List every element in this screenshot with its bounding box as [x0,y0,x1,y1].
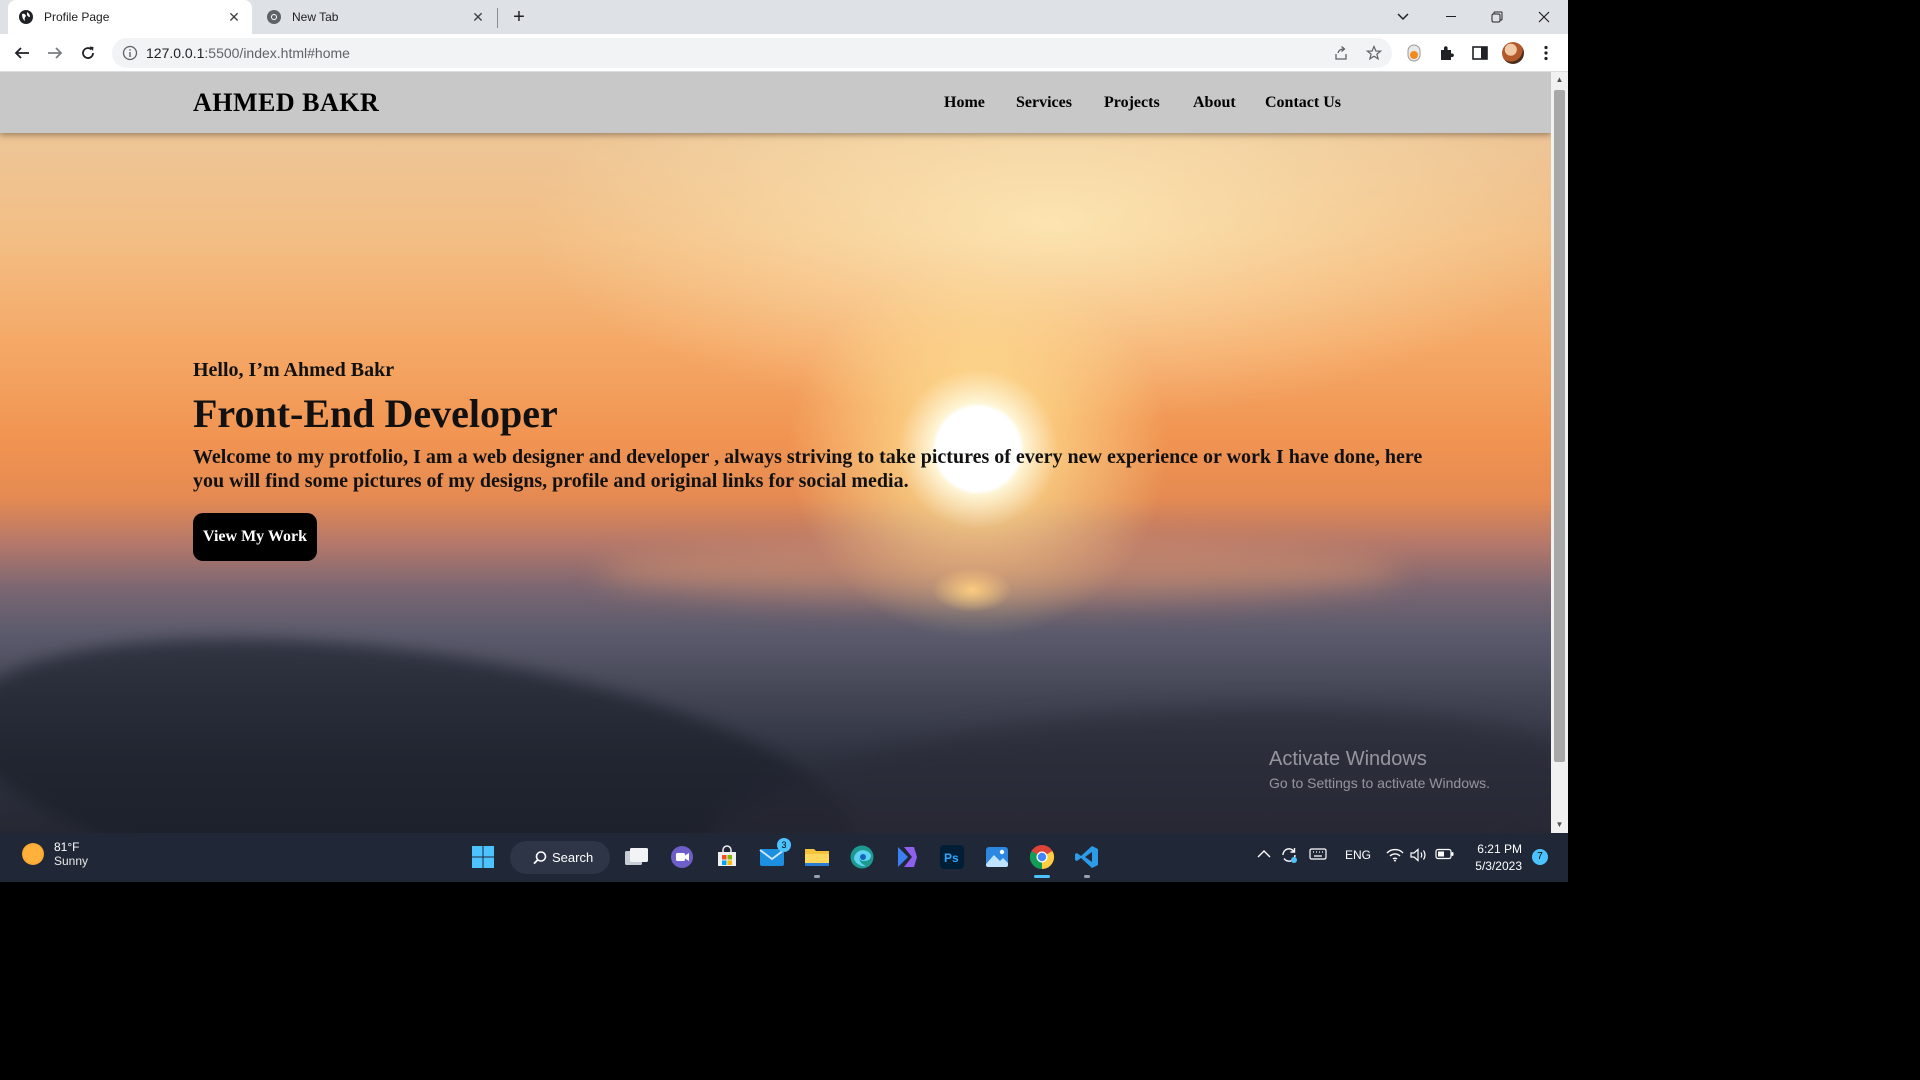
taskbar-clock[interactable]: 6:21 PM 5/3/2023 [1466,841,1522,875]
svg-text:Ps: Ps [944,851,959,865]
volume-icon[interactable] [1410,848,1428,865]
tab-title: Profile Page [44,10,110,24]
url-path: :5500/index.html#home [204,45,350,61]
wifi-icon[interactable] [1386,848,1404,865]
taskbar: 81°F Sunny Search 3 Ps ENG 6:21 PM 5/3/2… [0,833,1568,882]
profile-avatar[interactable] [1502,42,1524,64]
tab-profile-page[interactable]: Profile Page ✕ [8,0,252,34]
close-tab-icon[interactable]: ✕ [226,9,242,25]
nav-home[interactable]: Home [944,94,985,112]
site-info-icon[interactable] [122,45,138,61]
weather-widget[interactable]: 81°F Sunny [22,840,88,868]
power-automate-icon[interactable] [892,842,922,872]
language-indicator[interactable]: ENG [1345,848,1371,862]
hero-intro: Welcome to my protfolio, I am a web desi… [193,446,1423,492]
menu-icon[interactable] [1535,42,1557,64]
teams-chat-icon[interactable] [667,842,697,872]
puzzle-icon[interactable] [1436,42,1458,64]
notification-badge[interactable]: 7 [1532,849,1548,865]
weather-temp: 81°F [54,840,80,854]
restore-icon[interactable] [1474,0,1520,34]
new-tab-icon[interactable]: + [508,6,530,28]
mail-badge: 3 [777,838,791,852]
bookmark-star-icon[interactable] [1366,45,1382,61]
tab-title: New Tab [292,10,339,24]
active-indicator [1034,875,1050,878]
sun-icon [22,843,44,865]
vscode-icon[interactable] [1072,842,1102,878]
back-icon[interactable] [11,42,33,64]
activate-windows-watermark: Activate Windows Go to Settings to activ… [1269,748,1490,791]
screen: Profile Page ✕ New Tab ✕ + 127.0.0.1:550… [0,0,1568,882]
tab-strip: Profile Page ✕ New Tab ✕ + [0,0,1568,34]
tab-separator [497,8,498,28]
nav-projects[interactable]: Projects [1104,94,1160,112]
photoshop-icon[interactable]: Ps [937,842,967,872]
site-nav: Home Services Projects About Contact Us [0,94,1551,114]
nav-about[interactable]: About [1193,94,1236,112]
mail-icon[interactable]: 3 [757,838,791,872]
address-bar[interactable]: 127.0.0.1:5500/index.html#home [112,38,1392,68]
search-label: Search [552,850,594,865]
watermark-title: Activate Windows [1269,748,1427,770]
browser-toolbar: 127.0.0.1:5500/index.html#home [0,34,1568,72]
nav-contact-us[interactable]: Contact Us [1265,94,1341,112]
tab-search-icon[interactable] [1380,0,1426,34]
battery-icon[interactable] [1435,848,1455,863]
url-text[interactable]: 127.0.0.1:5500/index.html#home [146,45,350,61]
sync-icon[interactable] [1280,846,1298,867]
running-indicator [1084,875,1090,878]
microsoft-store-icon[interactable] [712,842,742,872]
hero-content: Hello, I’m Ahmed Bakr Front-End Develope… [193,359,1423,561]
close-tab-icon[interactable]: ✕ [470,9,486,25]
clock-time: 6:21 PM [1477,842,1522,856]
chrome-taskbar-icon[interactable] [1027,842,1057,878]
site-header: AHMED BAKR Home Services Projects About … [0,72,1551,133]
start-icon[interactable] [468,842,498,872]
nav-services[interactable]: Services [1016,94,1072,112]
globe-icon [19,10,33,24]
close-window-icon[interactable] [1521,0,1567,34]
page-viewport: AHMED BAKR Home Services Projects About … [0,72,1568,833]
forward-icon[interactable] [44,42,66,64]
share-icon[interactable] [1333,45,1349,61]
scroll-down-arrow-icon[interactable]: ▼ [1551,817,1568,833]
url-host: 127.0.0.1 [146,45,205,61]
search-icon [533,851,547,865]
hero-greeting: Hello, I’m Ahmed Bakr [193,359,395,381]
extension-icon[interactable] [1403,42,1425,64]
scrollbar-thumb[interactable] [1554,90,1565,762]
edge-icon[interactable] [847,842,877,872]
clock-date: 5/3/2023 [1475,859,1522,873]
page-scrollbar[interactable]: ▲ ▼ [1551,72,1568,833]
side-panel-icon[interactable] [1469,42,1491,64]
keyboard-icon[interactable] [1309,848,1327,863]
watermark-subtitle: Go to Settings to activate Windows. [1269,775,1490,791]
weather-desc: Sunny [54,854,89,868]
running-indicator [814,875,820,878]
hero-title: Front-End Developer [193,391,558,436]
tray-overflow-icon[interactable] [1257,848,1271,862]
chrome-icon [267,10,281,24]
file-explorer-icon[interactable] [802,842,832,878]
taskbar-search[interactable]: Search [510,841,610,874]
task-view-icon[interactable] [622,842,652,872]
scroll-up-arrow-icon[interactable]: ▲ [1551,72,1568,88]
photos-icon[interactable] [982,842,1012,872]
minimize-icon[interactable] [1428,0,1474,34]
reload-icon[interactable] [77,42,99,64]
tab-new-tab[interactable]: New Tab ✕ [256,0,496,34]
view-my-work-button[interactable]: View My Work [193,513,317,561]
sea-glow [600,542,1400,602]
